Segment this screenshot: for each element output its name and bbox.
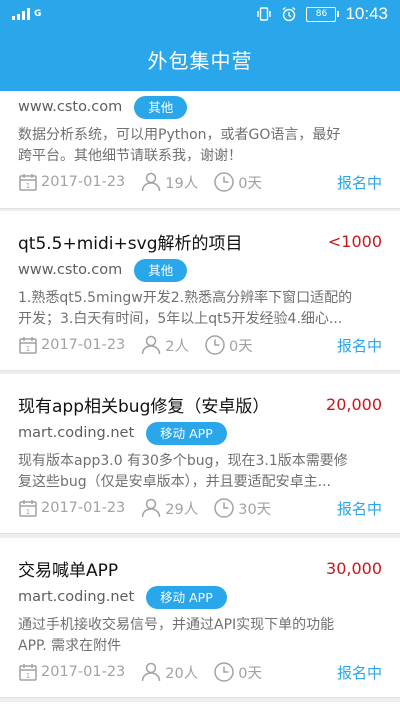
date-text: 2017-01-23 (41, 664, 126, 680)
svg-text:1: 1 (26, 672, 30, 680)
category-tag: 移动 APP (146, 585, 227, 609)
date-text: 2017-01-23 (41, 174, 126, 190)
svg-text:1: 1 (26, 182, 30, 190)
date-text: 2017-01-23 (41, 500, 126, 516)
project-price: 20,000 (326, 394, 382, 414)
source-site: mart.coding.net (18, 589, 135, 605)
applicant-count: 19人 (140, 171, 198, 193)
calendar-icon: 1 (19, 664, 37, 681)
signal-indicator: G (12, 8, 41, 20)
people-text: 2人 (165, 338, 190, 355)
meta-row: 1 2017-01-23 29人 30天 报名中 (18, 496, 382, 520)
meta-row: 1 2017-01-23 2人 0天 报名中 (18, 333, 382, 357)
days-text: 0天 (229, 338, 253, 355)
project-card[interactable]: www.csto.com 其他 数据分析系统，可以用Python，或者GO语言，… (0, 91, 400, 209)
source-row: www.csto.com 其他 (18, 258, 188, 282)
title-row: qt5.5+midi+svg解析的项目 <1000 (18, 230, 382, 254)
signup-status[interactable]: 报名中 (337, 335, 382, 356)
source-site: www.csto.com (18, 262, 123, 278)
people-text: 19人 (165, 175, 199, 192)
project-card[interactable]: 交易喊单APP 30,000 mart.coding.net 移动 APP 通过… (0, 538, 400, 698)
network-type: G (34, 9, 42, 19)
signup-status[interactable]: 报名中 (337, 172, 382, 193)
duration: 30天 (213, 497, 271, 519)
people-text: 20人 (165, 665, 199, 682)
description-line-2: APP. 需求在附件 (18, 638, 122, 654)
post-date: 1 2017-01-23 (18, 498, 125, 518)
svg-text:1: 1 (26, 345, 30, 353)
applicant-count: 20人 (140, 661, 198, 683)
description-line-1: 通过手机接收交易信号，并通过API实现下单的功能 (18, 617, 335, 633)
status-bar: G 86 10:43 (0, 0, 400, 28)
description-line-1: 数据分析系统，可以用Python，或者GO语言，最好 (18, 127, 341, 143)
project-card[interactable]: qt5.5+midi+svg解析的项目 <1000 www.csto.com 其… (0, 211, 400, 371)
days-text: 0天 (238, 175, 262, 192)
source-row: mart.coding.net 移动 APP (18, 421, 227, 445)
title-row: 交易喊单APP 30,000 (18, 557, 382, 581)
clock-icon (214, 172, 234, 192)
applicant-count: 29人 (140, 497, 198, 519)
duration: 0天 (204, 334, 253, 356)
alarm-icon (283, 6, 296, 22)
project-description: 通过手机接收交易信号，并通过API实现下单的功能 APP. 需求在附件 (18, 615, 380, 657)
category-tag: 移动 APP (146, 421, 227, 445)
project-price: <1000 (327, 231, 382, 251)
project-description: 数据分析系统，可以用Python，或者GO语言，最好 跨平台。其他细节请联系我，… (18, 125, 380, 167)
meta-row: 1 2017-01-23 20人 0天 报名中 (18, 660, 382, 684)
category-tag: 其他 (134, 95, 188, 119)
clock: 10:43 (345, 4, 388, 23)
person-icon (142, 662, 161, 682)
signal-icon (12, 8, 30, 20)
source-site: mart.coding.net (18, 425, 135, 441)
post-date: 1 2017-01-23 (18, 335, 125, 355)
project-description: 1.熟悉qt5.5mingw开发2.熟悉高分辨率下窗口适配的 开发；3.白天有时… (18, 288, 380, 330)
applicant-count: 2人 (140, 334, 189, 356)
description-line-2: 开发；3.白天有时间，5年以上qt5开发经验4.细心... (18, 311, 343, 327)
date-text: 2017-01-23 (41, 337, 126, 353)
project-card[interactable]: 现有app相关bug修复（安卓版） 20,000 mart.coding.net… (0, 374, 400, 534)
description-line-2: 复这些bug（仅是安卓版本），并且要适配安卓主... (18, 474, 331, 490)
description-line-1: 现有版本app3.0 有30多个bug，现在3.1版本需要修 (18, 453, 348, 469)
description-line-2: 跨平台。其他细节请联系我，谢谢！ (18, 148, 242, 164)
calendar-icon: 1 (19, 174, 37, 191)
people-text: 29人 (165, 501, 199, 518)
description-line-1: 1.熟悉qt5.5mingw开发2.熟悉高分辨率下窗口适配的 (18, 290, 353, 306)
person-icon (142, 335, 161, 355)
calendar-icon: 1 (19, 500, 37, 517)
project-description: 现有版本app3.0 有30多个bug，现在3.1版本需要修 复这些bug（仅是… (18, 451, 380, 493)
days-text: 30天 (238, 501, 272, 518)
source-row: mart.coding.net 移动 APP (18, 585, 227, 609)
title-row: 现有app相关bug修复（安卓版） 20,000 (18, 393, 382, 417)
project-title: 现有app相关bug修复（安卓版） (18, 396, 270, 417)
days-text: 0天 (238, 665, 262, 682)
post-date: 1 2017-01-23 (18, 172, 125, 192)
post-date: 1 2017-01-23 (18, 662, 125, 682)
calendar-icon: 1 (19, 337, 37, 354)
clock-icon (205, 335, 225, 355)
clock-icon (214, 498, 234, 518)
person-icon (142, 498, 161, 518)
project-title: 交易喊单APP (18, 560, 119, 581)
meta-row: 1 2017-01-23 19人 0天 报名中 (18, 170, 382, 194)
category-tag: 其他 (134, 258, 188, 282)
battery-icon: 86 (306, 6, 340, 22)
project-price: 30,000 (326, 558, 382, 578)
vibrate-icon (257, 7, 272, 21)
signup-status[interactable]: 报名中 (337, 498, 382, 519)
person-icon (142, 172, 161, 192)
clock-icon (214, 662, 234, 682)
signup-status[interactable]: 报名中 (337, 662, 382, 683)
app-header: 外包集中营 (0, 28, 400, 91)
project-card[interactable] (0, 702, 400, 711)
page-title: 外包集中营 (147, 49, 253, 73)
duration: 0天 (213, 661, 262, 683)
app-screen: G 86 10:43 外包集中营 www.csto.com 其他 数据分析系统，… (0, 0, 400, 711)
source-site: www.csto.com (18, 99, 123, 115)
project-title: qt5.5+midi+svg解析的项目 (18, 233, 243, 254)
source-row: www.csto.com 其他 (18, 95, 188, 119)
svg-text:1: 1 (26, 508, 30, 516)
duration: 0天 (213, 171, 262, 193)
